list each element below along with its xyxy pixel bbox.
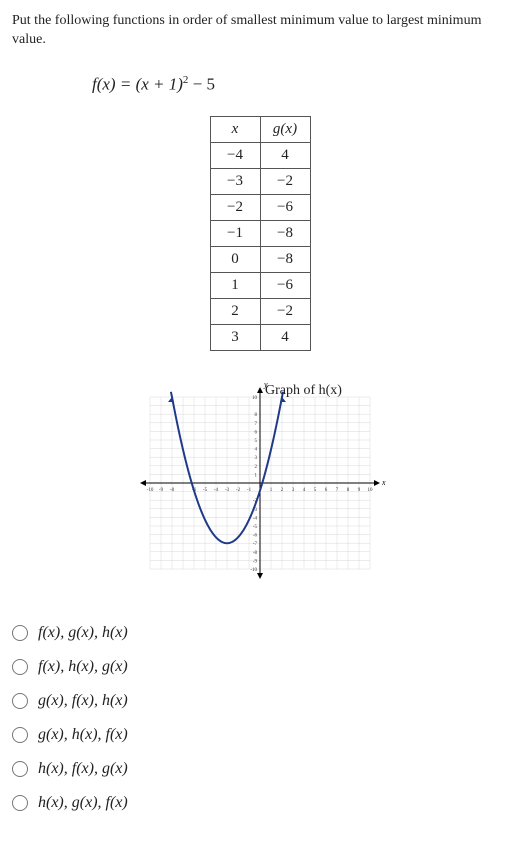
choice-label: g(x), f(x), h(x): [38, 692, 128, 710]
svg-text:-7: -7: [253, 543, 258, 548]
table-row: −44: [210, 143, 310, 169]
svg-text:-6: -6: [253, 534, 258, 539]
svg-text:9: 9: [358, 488, 361, 493]
choice-label: g(x), h(x), f(x): [38, 726, 128, 744]
svg-text:1: 1: [270, 488, 273, 493]
eq-lhs: f(x) = (x + 1): [92, 74, 183, 93]
choice-label: f(x), g(x), h(x): [38, 624, 128, 642]
svg-text:3: 3: [292, 488, 295, 493]
cell: 0: [210, 247, 260, 273]
cell: −8: [260, 247, 310, 273]
radio-5[interactable]: [12, 795, 28, 811]
svg-text:-5: -5: [253, 525, 258, 530]
svg-text:-2: -2: [236, 488, 241, 493]
answer-choices: f(x), g(x), h(x) f(x), h(x), g(x) g(x), …: [12, 616, 508, 820]
svg-text:8: 8: [347, 488, 350, 493]
cell: 2: [210, 299, 260, 325]
chart-hx: -10-9-8-6-5-4-3-2-1123456789101234567810…: [130, 381, 390, 581]
chart-title: Graph of h(x): [265, 383, 342, 399]
cell: −6: [260, 273, 310, 299]
choice-label: h(x), g(x), f(x): [38, 794, 128, 812]
table-gx: x g(x) −44 −3−2 −2−6 −1−8 0−8 1−6 2−2 34: [210, 116, 311, 351]
cell: 4: [260, 143, 310, 169]
th-g: g(x): [260, 117, 310, 143]
radio-4[interactable]: [12, 761, 28, 777]
svg-text:6: 6: [325, 488, 328, 493]
cell: −2: [210, 195, 260, 221]
svg-text:4: 4: [303, 488, 306, 493]
choice-4[interactable]: h(x), f(x), g(x): [12, 752, 508, 786]
svg-text:-9: -9: [159, 488, 164, 493]
cell: 1: [210, 273, 260, 299]
choice-0[interactable]: f(x), g(x), h(x): [12, 616, 508, 650]
table-row: 34: [210, 325, 310, 351]
table-row: −1−8: [210, 221, 310, 247]
table-row: 2−2: [210, 299, 310, 325]
svg-text:7: 7: [255, 422, 258, 427]
eq-rhs: − 5: [188, 74, 215, 93]
choice-label: f(x), h(x), g(x): [38, 658, 128, 676]
table-row: 1−6: [210, 273, 310, 299]
cell: −6: [260, 195, 310, 221]
svg-text:-1: -1: [247, 488, 252, 493]
equation-fx: f(x) = (x + 1)2 − 5: [12, 74, 508, 95]
cell: −4: [210, 143, 260, 169]
svg-text:-4: -4: [214, 488, 219, 493]
choice-2[interactable]: g(x), f(x), h(x): [12, 684, 508, 718]
svg-text:10: 10: [368, 488, 374, 493]
choice-1[interactable]: f(x), h(x), g(x): [12, 650, 508, 684]
choice-label: h(x), f(x), g(x): [38, 760, 128, 778]
svg-text:-10: -10: [147, 488, 154, 493]
svg-text:2: 2: [281, 488, 284, 493]
svg-text:-5: -5: [203, 488, 208, 493]
radio-2[interactable]: [12, 693, 28, 709]
svg-text:x: x: [381, 478, 386, 487]
cell: 4: [260, 325, 310, 351]
svg-text:10: 10: [252, 396, 258, 401]
table-row: −2−6: [210, 195, 310, 221]
radio-3[interactable]: [12, 727, 28, 743]
svg-text:5: 5: [314, 488, 317, 493]
question-prompt: Put the following functions in order of …: [12, 12, 508, 50]
th-x: x: [210, 117, 260, 143]
svg-text:-4: -4: [253, 517, 258, 522]
cell: −1: [210, 221, 260, 247]
cell: −2: [260, 299, 310, 325]
cell: 3: [210, 325, 260, 351]
cell: −8: [260, 221, 310, 247]
radio-1[interactable]: [12, 659, 28, 675]
svg-text:2: 2: [255, 465, 258, 470]
svg-text:-8: -8: [170, 488, 175, 493]
table-row: −3−2: [210, 169, 310, 195]
radio-0[interactable]: [12, 625, 28, 641]
svg-text:-3: -3: [225, 488, 230, 493]
svg-text:1: 1: [255, 474, 258, 479]
cell: −2: [260, 169, 310, 195]
cell: −3: [210, 169, 260, 195]
choice-3[interactable]: g(x), h(x), f(x): [12, 718, 508, 752]
svg-text:-8: -8: [253, 551, 258, 556]
svg-text:7: 7: [336, 488, 339, 493]
svg-text:-10: -10: [250, 568, 257, 573]
svg-text:6: 6: [255, 431, 258, 436]
table-row: 0−8: [210, 247, 310, 273]
svg-text:-9: -9: [253, 560, 258, 565]
choice-5[interactable]: h(x), g(x), f(x): [12, 786, 508, 820]
